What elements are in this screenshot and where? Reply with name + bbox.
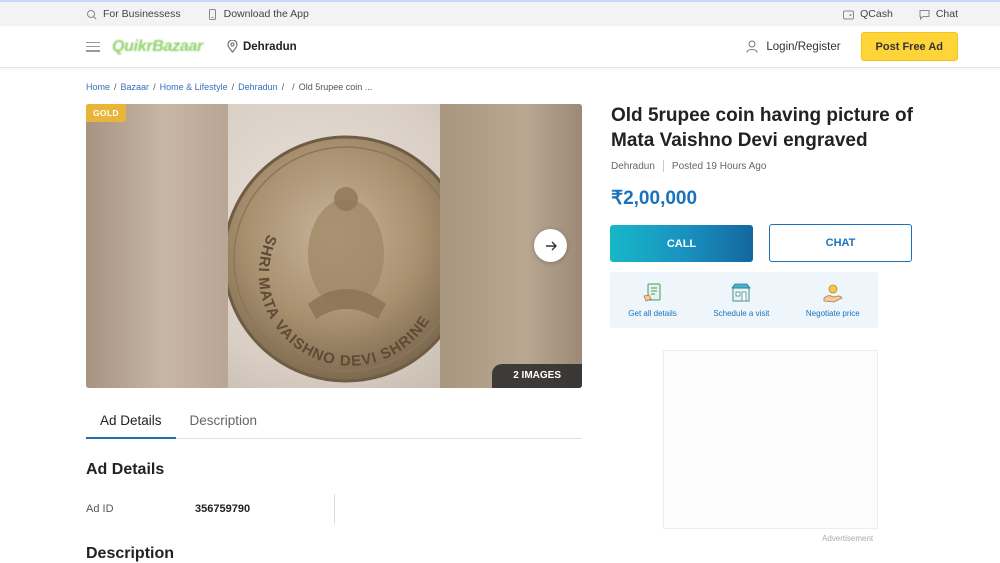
download-app-link[interactable]: Download the App bbox=[207, 8, 309, 20]
storefront-icon bbox=[729, 282, 753, 304]
site-logo[interactable]: QuikrBazaar bbox=[112, 38, 203, 56]
detail-tabs: Ad Details Description bbox=[86, 408, 582, 439]
listing-posted-time: Posted 19 Hours Ago bbox=[671, 160, 767, 172]
tab-description[interactable]: Description bbox=[176, 408, 272, 439]
coin-photo[interactable]: SHRI MATA VAISHNO DEVI SHRINE bbox=[228, 104, 440, 388]
breadcrumb-bazaar[interactable]: Bazaar bbox=[121, 82, 150, 92]
tab-ad-details[interactable]: Ad Details bbox=[86, 408, 176, 439]
location-label: Dehradun bbox=[242, 40, 297, 53]
breadcrumb-home[interactable]: Home bbox=[86, 82, 110, 92]
call-button[interactable]: CALL bbox=[610, 225, 753, 262]
image-gallery[interactable]: SHRI MATA VAISHNO DEVI SHRINE GOLD 2 IMA… bbox=[86, 104, 582, 388]
login-label: Login/Register bbox=[766, 40, 841, 53]
breadcrumb-dehradun[interactable]: Dehradun bbox=[238, 82, 278, 92]
qcash-link[interactable]: QCash bbox=[843, 8, 893, 20]
document-icon bbox=[641, 282, 665, 304]
location-selector[interactable]: Dehradun bbox=[227, 40, 297, 53]
business-icon bbox=[86, 9, 97, 20]
hamburger-menu-icon[interactable] bbox=[86, 41, 100, 52]
listing-title: Old 5rupee coin having picture of Mata V… bbox=[611, 105, 913, 151]
breadcrumb-home-lifestyle[interactable]: Home & Lifestyle bbox=[160, 82, 228, 92]
description-heading: Description bbox=[86, 545, 175, 562]
qcash-label: QCash bbox=[860, 8, 893, 20]
advertisement-slot[interactable] bbox=[663, 350, 878, 529]
negotiate-price-action[interactable]: Negotiate price bbox=[806, 282, 860, 318]
arrow-right-icon bbox=[545, 241, 557, 250]
chat-bubble-icon bbox=[919, 9, 930, 20]
for-business-link[interactable]: For Businessess bbox=[86, 8, 181, 20]
hand-coin-icon bbox=[821, 282, 845, 304]
breadcrumb: Home / Bazaar / Home & Lifestyle / Dehradun… bbox=[86, 82, 373, 92]
top-utility-bar: For Businessess Download the App QCash C… bbox=[0, 0, 1000, 26]
chat-link[interactable]: Chat bbox=[919, 8, 958, 20]
user-icon bbox=[746, 40, 759, 53]
schedule-visit-action[interactable]: Schedule a visit bbox=[713, 282, 769, 318]
meta-divider bbox=[662, 160, 664, 172]
get-all-details-action[interactable]: Get all details bbox=[628, 282, 677, 318]
wallet-icon bbox=[843, 9, 855, 20]
schedule-visit-label: Schedule a visit bbox=[713, 309, 770, 318]
advertisement-label: Advertisement bbox=[822, 534, 874, 543]
get-all-details-label: Get all details bbox=[628, 309, 677, 318]
listing-price: ₹2,00,000 bbox=[611, 188, 698, 209]
post-free-ad-button[interactable]: Post Free Ad bbox=[860, 32, 958, 61]
chat-button[interactable]: CHAT bbox=[769, 224, 912, 262]
image-count-badge: 2 IMAGES bbox=[492, 364, 582, 388]
gold-badge: GOLD bbox=[86, 104, 126, 122]
details-divider bbox=[334, 494, 335, 524]
phone-icon bbox=[207, 8, 218, 20]
listing-meta: Dehradun Posted 19 Hours Ago bbox=[611, 160, 766, 172]
ad-id-value: 356759790 bbox=[195, 503, 251, 515]
quick-actions-panel: Get all details Schedule a visit Negotia… bbox=[610, 272, 878, 328]
negotiate-price-label: Negotiate price bbox=[805, 309, 860, 318]
ad-id-label: Ad ID bbox=[86, 503, 114, 515]
breadcrumb-current: Old 5rupee coin ... bbox=[298, 82, 373, 92]
ad-details-heading: Ad Details bbox=[86, 461, 165, 478]
gallery-blur-left bbox=[86, 104, 228, 388]
chat-label: Chat bbox=[935, 8, 958, 20]
download-app-label: Download the App bbox=[223, 8, 309, 20]
main-header: QuikrBazaar Dehradun Login/Register Post… bbox=[0, 26, 1000, 68]
location-pin-icon bbox=[227, 40, 238, 53]
next-image-button[interactable] bbox=[534, 229, 567, 262]
for-business-label: For Businessess bbox=[103, 8, 181, 20]
login-register-link[interactable]: Login/Register bbox=[746, 40, 841, 53]
listing-location: Dehradun bbox=[611, 160, 655, 172]
